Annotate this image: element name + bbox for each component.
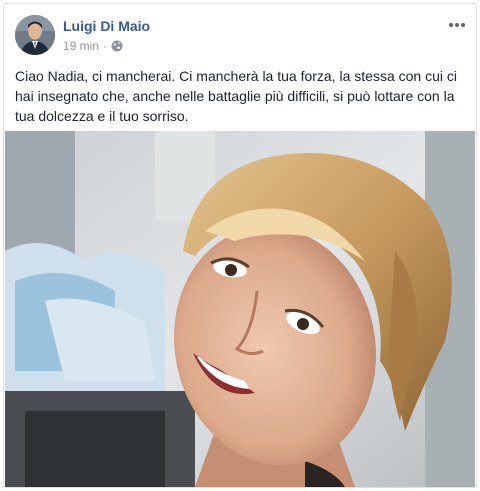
author-avatar[interactable] — [15, 15, 55, 55]
post-photo[interactable] — [5, 131, 475, 487]
meta-separator: · — [103, 39, 108, 53]
post-meta: 19 min · — [63, 39, 123, 53]
author-name[interactable]: Luigi Di Maio — [63, 18, 150, 34]
post-header: Luigi Di Maio 19 min · — [4, 4, 476, 60]
post-text: Ciao Nadia, ci mancherai. Ci mancherà la… — [15, 68, 457, 124]
globe-icon[interactable] — [111, 40, 123, 52]
post-card: Luigi Di Maio 19 min · Ciao Nadia, ci ma… — [3, 3, 477, 488]
more-options-icon[interactable] — [448, 18, 466, 30]
post-timestamp[interactable]: 19 min — [63, 39, 99, 53]
